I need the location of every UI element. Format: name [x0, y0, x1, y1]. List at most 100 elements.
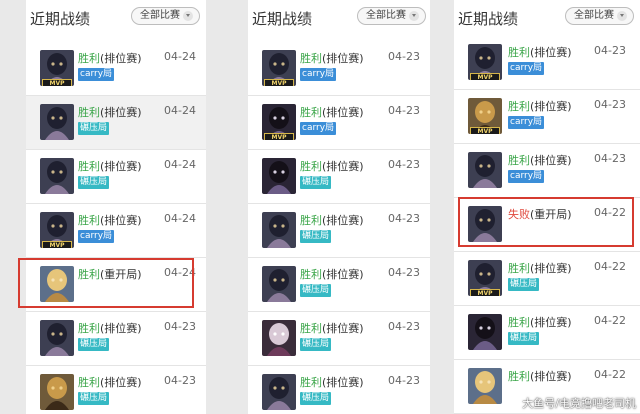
panel-title: 近期战绩 [252, 10, 313, 28]
match-row[interactable]: MVP 胜利(排位赛) 04-22 碾压局 [454, 252, 640, 306]
stomp-badge: 碾压局 [300, 230, 332, 243]
match-result: 胜利(排位赛) [300, 212, 364, 228]
game-mode-label: (排位赛) [530, 316, 572, 329]
match-filter-dropdown[interactable]: 全部比赛 [565, 7, 634, 25]
match-date: 04-23 [388, 50, 420, 63]
match-result: 胜利(排位赛) [508, 98, 572, 114]
outcome-label: 胜利 [300, 322, 322, 335]
panel-title: 近期战绩 [30, 10, 91, 28]
game-mode-label: (排位赛) [100, 376, 142, 389]
match-date: 04-23 [164, 374, 196, 387]
game-mode-label: (排位赛) [322, 52, 364, 65]
game-mode-label: (排位赛) [322, 106, 364, 119]
game-mode-label: (排位赛) [322, 160, 364, 173]
match-row[interactable]: MVP 胜利(排位赛) 04-23 carry局 [248, 42, 430, 96]
outcome-label: 胜利 [508, 370, 530, 383]
stomp-badge: 碾压局 [508, 278, 540, 291]
match-row[interactable]: 胜利(排位赛) 04-24 碾压局 [26, 150, 206, 204]
match-result: 胜利(排位赛) [78, 104, 142, 120]
hero-avatar [262, 374, 296, 410]
filter-label: 全部比赛 [140, 10, 180, 21]
match-row[interactable]: 胜利(排位赛) 04-23 碾压局 [248, 312, 430, 366]
mvp-badge: MVP [42, 79, 72, 86]
match-date: 04-23 [388, 104, 420, 117]
hero-avatar: MVP [468, 98, 502, 134]
carry-badge: carry局 [508, 170, 545, 183]
outcome-label: 胜利 [300, 376, 322, 389]
game-mode-label: (排位赛) [530, 100, 572, 113]
outcome-label: 胜利 [508, 154, 530, 167]
stomp-badge: 碾压局 [508, 332, 540, 345]
outcome-label: 胜利 [508, 316, 530, 329]
match-row[interactable]: 胜利(排位赛) 04-24 碾压局 [26, 96, 206, 150]
match-date: 04-24 [164, 50, 196, 63]
hero-avatar: MVP [262, 104, 296, 140]
match-history-panel: 近期战绩 全部比赛 MVP 胜利(排位赛) 04-24 carry局 胜利(排位赛) 04… [26, 0, 206, 414]
filter-label: 全部比赛 [574, 10, 614, 21]
match-result: 胜利(排位赛) [508, 44, 572, 60]
stomp-badge: 碾压局 [78, 392, 110, 405]
game-mode-label: (排位赛) [322, 214, 364, 227]
match-filter-dropdown[interactable]: 全部比赛 [131, 7, 200, 25]
stomp-badge: 碾压局 [300, 176, 332, 189]
match-row[interactable]: 胜利(排位赛) 04-23 碾压局 [26, 312, 206, 366]
hero-avatar [40, 104, 74, 140]
mvp-badge: MVP [470, 73, 500, 80]
outcome-label: 胜利 [300, 160, 322, 173]
hero-avatar: MVP [40, 212, 74, 248]
hero-avatar [40, 320, 74, 356]
outcome-label: 胜利 [78, 160, 100, 173]
carry-badge: carry局 [300, 122, 337, 135]
carry-badge: carry局 [508, 116, 545, 129]
game-mode-label: (排位赛) [100, 214, 142, 227]
match-result: 胜利(排位赛) [78, 50, 142, 66]
panel-header: 近期战绩 全部比赛 [26, 0, 206, 40]
hero-avatar [468, 152, 502, 188]
match-date: 04-23 [594, 152, 626, 165]
match-row[interactable]: 胜利(排位赛) 04-22 碾压局 [454, 306, 640, 360]
carry-badge: carry局 [78, 230, 115, 243]
match-filter-dropdown[interactable]: 全部比赛 [357, 7, 426, 25]
match-row[interactable]: 胜利(排位赛) 04-23 碾压局 [26, 366, 206, 414]
stomp-badge: 碾压局 [300, 338, 332, 351]
match-result: 胜利(排位赛) [508, 152, 572, 168]
chevron-down-icon [617, 11, 627, 21]
match-row[interactable]: 胜利(排位赛) 04-23 carry局 [454, 144, 640, 198]
hero-avatar: MVP [262, 50, 296, 86]
match-result: 胜利(排位赛) [300, 104, 364, 120]
match-row[interactable]: MVP 胜利(排位赛) 04-23 carry局 [454, 36, 640, 90]
match-date: 04-23 [164, 320, 196, 333]
match-row[interactable]: 胜利(排位赛) 04-23 碾压局 [248, 204, 430, 258]
match-row[interactable]: 胜利(排位赛) 04-23 碾压局 [248, 258, 430, 312]
stomp-badge: 碾压局 [300, 392, 332, 405]
outcome-label: 胜利 [300, 106, 322, 119]
match-date: 04-24 [164, 104, 196, 117]
match-history-panel: 近期战绩 全部比赛 MVP 胜利(排位赛) 04-23 carry局 MVP 胜利(排位赛… [248, 0, 430, 414]
hero-avatar [262, 158, 296, 194]
match-date: 04-22 [594, 368, 626, 381]
panel-header: 近期战绩 全部比赛 [248, 0, 430, 40]
match-date: 04-22 [594, 314, 626, 327]
outcome-label: 胜利 [78, 52, 100, 65]
stomp-badge: 碾压局 [78, 122, 110, 135]
match-row[interactable]: 胜利(排位赛) 04-23 碾压局 [248, 150, 430, 204]
match-row[interactable]: MVP 胜利(排位赛) 04-24 carry局 [26, 204, 206, 258]
match-row[interactable]: 胜利(排位赛) 04-23 碾压局 [248, 366, 430, 414]
match-row[interactable]: MVP 胜利(排位赛) 04-24 carry局 [26, 42, 206, 96]
match-result: 胜利(排位赛) [78, 212, 142, 228]
match-date: 04-23 [594, 44, 626, 57]
game-mode-label: (排位赛) [530, 370, 572, 383]
hero-avatar: MVP [468, 260, 502, 296]
match-result: 胜利(排位赛) [300, 50, 364, 66]
match-row[interactable]: MVP 胜利(排位赛) 04-23 carry局 [454, 90, 640, 144]
stomp-badge: 碾压局 [78, 176, 110, 189]
game-mode-label: (排位赛) [100, 106, 142, 119]
match-result: 胜利(排位赛) [508, 260, 572, 276]
hero-avatar [262, 320, 296, 356]
chevron-down-icon [183, 11, 193, 21]
match-result: 胜利(排位赛) [508, 368, 572, 384]
match-row[interactable]: MVP 胜利(排位赛) 04-23 carry局 [248, 96, 430, 150]
match-date: 04-23 [388, 158, 420, 171]
match-date: 04-23 [388, 374, 420, 387]
match-result: 胜利(排位赛) [508, 314, 572, 330]
